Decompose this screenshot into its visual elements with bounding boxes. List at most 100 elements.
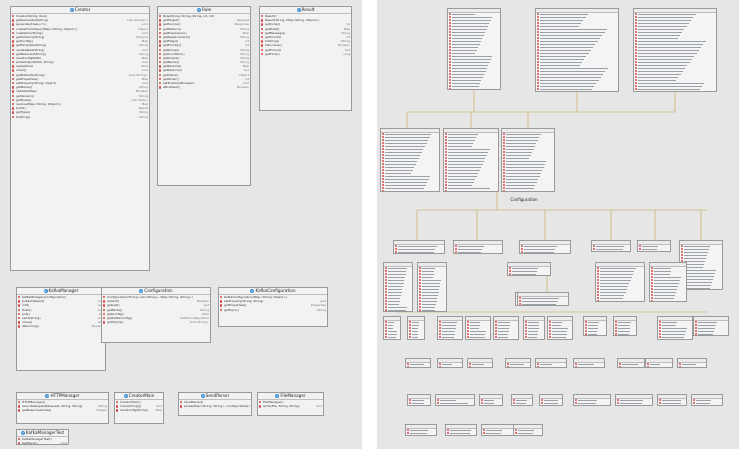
mini-method-icon — [449, 73, 451, 75]
mini-class-box[interactable] — [595, 262, 645, 302]
mini-class-box[interactable] — [380, 128, 440, 192]
mini-class-box[interactable] — [407, 394, 431, 406]
mini-class-box[interactable] — [437, 316, 463, 340]
mini-class-box[interactable] — [417, 262, 447, 312]
left-class-creator-main[interactable]: C CreatorMain CreatorMain() main(String[]) v… — [114, 392, 164, 424]
mini-member-line — [528, 331, 539, 332]
mini-member-line — [398, 252, 435, 253]
mini-class-box[interactable] — [677, 358, 707, 368]
mini-class-box[interactable] — [437, 358, 463, 368]
mini-class-box[interactable] — [657, 316, 693, 340]
mini-class-header — [394, 241, 444, 245]
mini-class-box[interactable] — [435, 394, 475, 406]
mini-member-line — [540, 38, 601, 39]
mini-class-box[interactable] — [615, 394, 653, 406]
mini-class-box[interactable] — [481, 424, 515, 436]
mini-method-icon — [537, 19, 539, 21]
mini-method-icon — [549, 330, 551, 332]
mini-class-box[interactable] — [447, 8, 501, 90]
mini-class-box[interactable] — [591, 240, 631, 252]
mini-class-box[interactable] — [613, 316, 637, 336]
mini-member-line — [452, 23, 490, 24]
mini-class-box[interactable] — [535, 358, 567, 368]
mini-method-icon — [503, 172, 505, 174]
left-class-kafka-manager-test[interactable]: C KafkaManagerTest KafkaManagerTest() testS… — [16, 429, 69, 445]
mini-class-box[interactable] — [637, 240, 671, 252]
mini-member-line — [618, 328, 630, 329]
mini-class-box[interactable] — [505, 358, 531, 368]
mini-class-box[interactable] — [383, 262, 413, 312]
mini-class-box[interactable] — [519, 240, 571, 254]
mini-class-box[interactable] — [405, 424, 437, 436]
class-header: C Rule — [158, 7, 250, 14]
mini-method-icon — [445, 175, 447, 177]
mini-method-icon — [445, 190, 447, 191]
mini-class-box[interactable] — [501, 128, 555, 192]
mini-method-icon — [695, 333, 697, 335]
mini-member-line — [452, 77, 483, 78]
mini-member-line — [442, 364, 452, 365]
mini-class-box[interactable] — [383, 316, 401, 340]
mini-method-icon — [575, 366, 577, 367]
class-member-row: toString() String — [11, 115, 149, 119]
left-class-rule[interactable]: C Rule Rule(String, String, String, int, i… — [157, 6, 251, 186]
mini-class-header — [436, 395, 474, 399]
mini-class-box[interactable] — [465, 316, 491, 340]
mini-class-box[interactable] — [535, 8, 619, 92]
mini-class-box[interactable] — [547, 316, 573, 340]
method-icon — [12, 23, 15, 26]
mini-class-box[interactable] — [443, 128, 499, 192]
left-class-result[interactable]: C Result Result() Result(String, Map<String… — [259, 6, 352, 111]
mini-class-box[interactable] — [573, 358, 605, 368]
class-member-row: testSend() void — [17, 441, 68, 444]
mini-member-line — [498, 331, 509, 332]
mini-class-box[interactable] — [523, 316, 545, 340]
mini-class-box[interactable] — [691, 394, 723, 406]
left-class-send-parser[interactable]: C SendParser SendParser() parse(Map<String,… — [178, 392, 252, 416]
mini-class-box[interactable] — [649, 262, 687, 302]
mini-member-line — [638, 89, 700, 90]
mini-class-box[interactable] — [645, 358, 673, 368]
mini-member-line — [698, 328, 716, 329]
method-icon — [220, 300, 223, 303]
left-class-configuration[interactable]: C Configuration Configuration(String, List… — [101, 287, 211, 343]
mini-member-line — [654, 277, 681, 278]
mini-member-line — [484, 403, 494, 404]
mini-class-box[interactable] — [507, 262, 551, 276]
mini-class-box[interactable] — [479, 394, 503, 406]
mini-class-box[interactable] — [583, 316, 607, 336]
left-class-kafka-manager[interactable]: C KafkaManager KafkaManager(Configuration)… — [16, 287, 106, 371]
mini-class-box[interactable] — [693, 316, 729, 336]
mini-class-box[interactable] — [539, 394, 563, 406]
mini-class-box[interactable] — [657, 394, 687, 406]
mini-method-icon — [409, 399, 411, 401]
mini-method-icon — [615, 333, 617, 335]
mini-member-line — [385, 185, 426, 186]
left-class-creator[interactable]: C Creator Creator(String, Rule) getGenerate… — [10, 6, 150, 271]
mini-class-box[interactable] — [405, 358, 431, 368]
left-class-http-manager[interactable]: C HTTPManager HTTPManager() executeRequest(… — [16, 392, 109, 424]
mini-class-box[interactable] — [407, 316, 425, 340]
mini-member-line — [540, 71, 606, 72]
mini-class-box[interactable] — [513, 424, 543, 436]
mini-class-box[interactable] — [511, 394, 533, 406]
mini-class-box[interactable] — [617, 358, 645, 368]
mini-class-box[interactable] — [453, 240, 503, 254]
mini-class-box[interactable] — [467, 358, 493, 368]
mini-class-box[interactable] — [633, 8, 717, 92]
method-icon — [12, 107, 15, 110]
mini-member-line — [448, 155, 487, 156]
mini-method-icon — [659, 330, 661, 332]
method-icon — [12, 98, 15, 102]
mini-method-icon — [635, 85, 637, 87]
mini-class-box[interactable] — [445, 424, 477, 436]
mini-class-box[interactable] — [493, 316, 519, 340]
left-class-file-manager[interactable]: C FileManager FileManager() write(File, Str… — [257, 392, 324, 416]
mini-class-box[interactable] — [517, 292, 569, 306]
left-class-kafka-configuration[interactable]: C KafkaConfiguration KafkaConfiguration(Ma… — [218, 287, 328, 327]
mini-class-box[interactable] — [393, 240, 445, 254]
mini-member-line — [388, 280, 405, 281]
mini-member-line — [540, 44, 596, 45]
mini-method-icon — [449, 58, 451, 60]
mini-class-box[interactable] — [573, 394, 611, 406]
